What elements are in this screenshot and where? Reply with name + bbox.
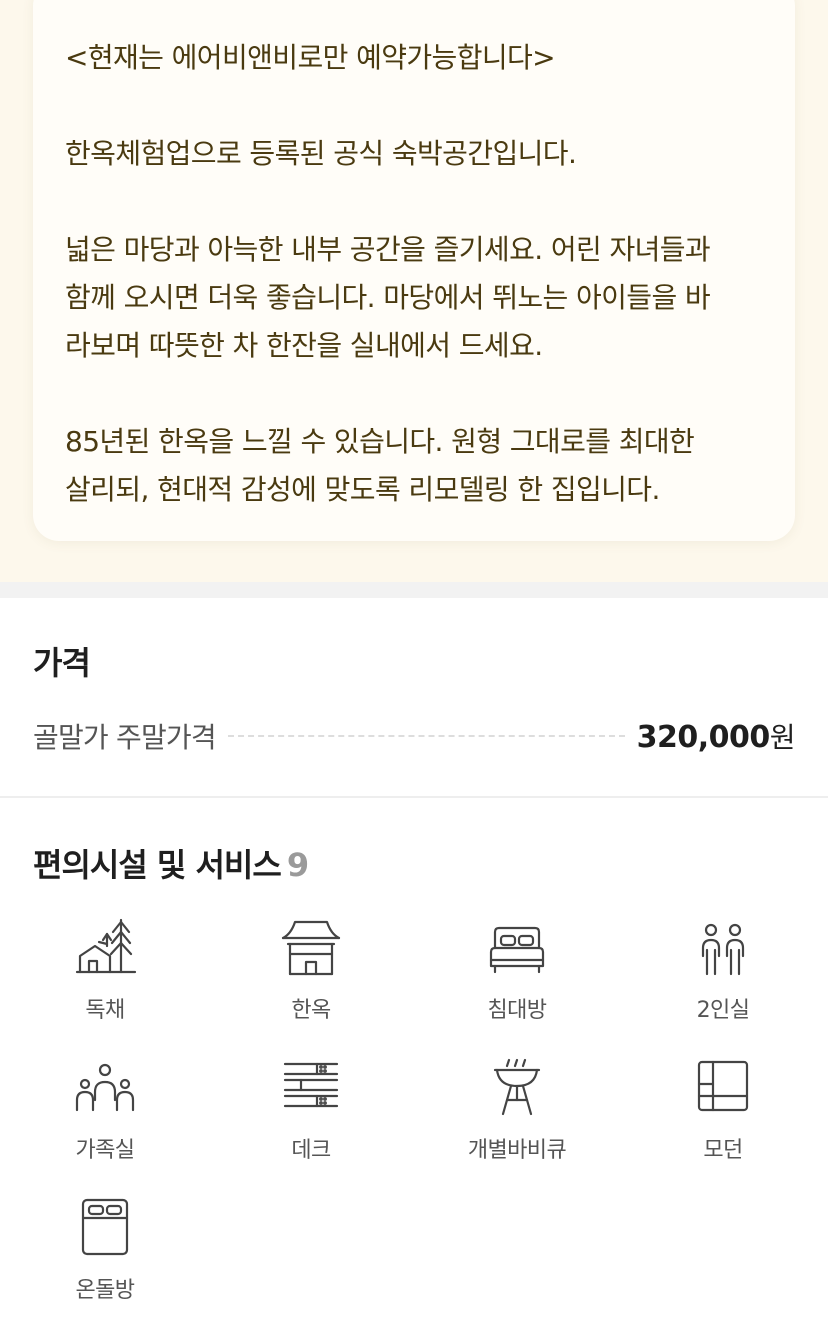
amenities-count: 9 (286, 846, 309, 884)
amenities-section: 편의시설 및 서비스 9 독채 한옥 침대방 2인실 가족실 데크 개별바비큐 … (0, 798, 828, 1318)
amenity-item: 독채 (2, 916, 208, 1023)
price-amount: 320,000 (636, 720, 771, 755)
amenity-item: 침대방 (414, 916, 620, 1023)
house-trees-icon (73, 916, 137, 980)
amenity-label: 온돌방 (75, 1278, 136, 1303)
description-section: <현재는 에어비앤비로만 예약가능합니다> 한옥체험업으로 등록된 공식 숙박공… (0, 0, 828, 582)
family-icon (73, 1056, 137, 1120)
price-unit: 원 (769, 721, 796, 754)
barbecue-grill-icon (485, 1056, 549, 1120)
amenity-item: 모던 (620, 1056, 826, 1163)
description-paragraph: 85년된 한옥을 느낄 수 있습니다. 원형 그대로를 최대한 살리되, 현대적… (65, 425, 695, 506)
amenity-item: 한옥 (208, 916, 414, 1023)
description-paragraph: 한옥체험업으로 등록된 공식 숙박공간입니다. (65, 137, 577, 170)
amenity-item: 개별바비큐 (414, 1056, 620, 1163)
bed-icon (485, 916, 549, 980)
price-section: 가격 골말가 주말가격 320,000원 (0, 598, 828, 798)
price-value: 320,000원 (636, 716, 796, 756)
price-row: 골말가 주말가격 320,000원 (33, 716, 796, 756)
amenity-label: 가족실 (75, 1138, 136, 1163)
description-card: <현재는 에어비앤비로만 예약가능합니다> 한옥체험업으로 등록된 공식 숙박공… (33, 0, 795, 541)
amenities-title: 편의시설 및 서비스 9 (33, 840, 309, 886)
price-label: 골말가 주말가격 (33, 721, 217, 754)
amenity-item: 2인실 (620, 916, 826, 1023)
amenity-label: 개별바비큐 (467, 1138, 567, 1163)
amenity-label: 모던 (703, 1138, 743, 1163)
hanok-icon (279, 916, 343, 980)
amenity-label: 침대방 (487, 998, 548, 1023)
deck-icon (279, 1056, 343, 1120)
section-divider (0, 582, 828, 598)
amenity-label: 2인실 (696, 998, 750, 1023)
description-paragraph: <현재는 에어비앤비로만 예약가능합니다> (65, 41, 556, 74)
amenity-item: 온돌방 (2, 1196, 208, 1303)
price-title: 가격 (33, 644, 91, 682)
two-people-icon (691, 916, 755, 980)
description-paragraph: 넓은 마당과 아늑한 내부 공간을 즐기세요. 어린 자녀들과 함께 오시면 더… (65, 233, 711, 362)
amenity-label: 독채 (85, 998, 125, 1023)
modern-window-icon (691, 1056, 755, 1120)
amenities-title-text: 편의시설 및 서비스 (33, 846, 282, 884)
amenity-label: 데크 (291, 1138, 331, 1163)
ondol-floor-icon (73, 1196, 137, 1260)
dotted-leader (227, 735, 625, 737)
amenity-label: 한옥 (291, 998, 331, 1023)
amenity-item: 가족실 (2, 1056, 208, 1163)
amenity-item: 데크 (208, 1056, 414, 1163)
amenities-grid: 독채 한옥 침대방 2인실 가족실 데크 개별바비큐 모던 온돌방 (0, 916, 828, 1303)
